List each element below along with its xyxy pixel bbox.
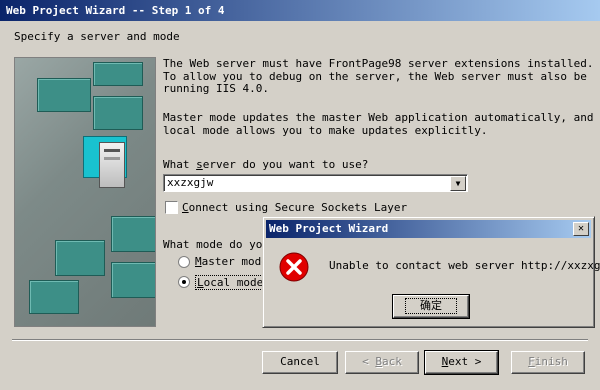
close-icon[interactable]: ✕ xyxy=(573,222,589,236)
window-title: Web Project Wizard -- Step 1 of 4 xyxy=(6,4,225,17)
ssl-checkbox[interactable] xyxy=(165,201,178,214)
local-mode-radio[interactable] xyxy=(178,276,190,288)
ok-label: 确定 xyxy=(405,298,457,314)
error-icon xyxy=(279,252,309,282)
server-value: xxzxgjw xyxy=(167,176,214,189)
server-combobox[interactable]: xxzxgjw ▼ xyxy=(163,174,468,192)
requirements-line-1: The Web server must have FrontPage98 ser… xyxy=(163,57,594,70)
cancel-button[interactable]: Cancel xyxy=(262,351,338,374)
master-mode-label[interactable]: Master mode xyxy=(195,255,268,268)
finish-button[interactable]: Finish xyxy=(511,351,585,374)
mode-question-label: What mode do you xyxy=(163,238,269,251)
server-question-label: What server do you want to use? xyxy=(163,158,369,171)
mode-description: Master mode updates the master Web appli… xyxy=(163,111,594,137)
error-message: Unable to contact web server http://xxzx… xyxy=(329,259,600,272)
wizard-titlebar[interactable]: Web Project Wizard -- Step 1 of 4 xyxy=(0,0,600,21)
back-button[interactable]: < Back xyxy=(345,351,419,374)
next-button[interactable]: Next > xyxy=(424,350,499,375)
button-separator xyxy=(12,339,588,341)
master-mode-radio[interactable] xyxy=(178,256,190,268)
server-icon xyxy=(99,142,125,188)
ssl-label[interactable]: Connect using Secure Sockets Layer xyxy=(182,201,407,214)
error-dialog: Web Project Wizard ✕ Unable to contact w… xyxy=(262,216,600,328)
wizard-illustration xyxy=(14,57,156,327)
local-mode-label[interactable]: Local mode xyxy=(195,275,266,290)
mode-line-1: Master mode updates the master Web appli… xyxy=(163,111,594,124)
chevron-down-icon[interactable]: ▼ xyxy=(450,176,466,191)
ok-button[interactable]: 确定 xyxy=(392,294,470,319)
requirements-line-3: running IIS 4.0. xyxy=(163,82,269,95)
mode-line-2: local mode allows you to make updates ex… xyxy=(163,123,488,137)
step-subtitle: Specify a server and mode xyxy=(14,30,180,43)
dialog-title: Web Project Wizard xyxy=(269,222,389,235)
requirements-text: The Web server must have FrontPage98 ser… xyxy=(163,57,594,96)
dialog-titlebar[interactable]: Web Project Wizard ✕ xyxy=(266,220,591,238)
